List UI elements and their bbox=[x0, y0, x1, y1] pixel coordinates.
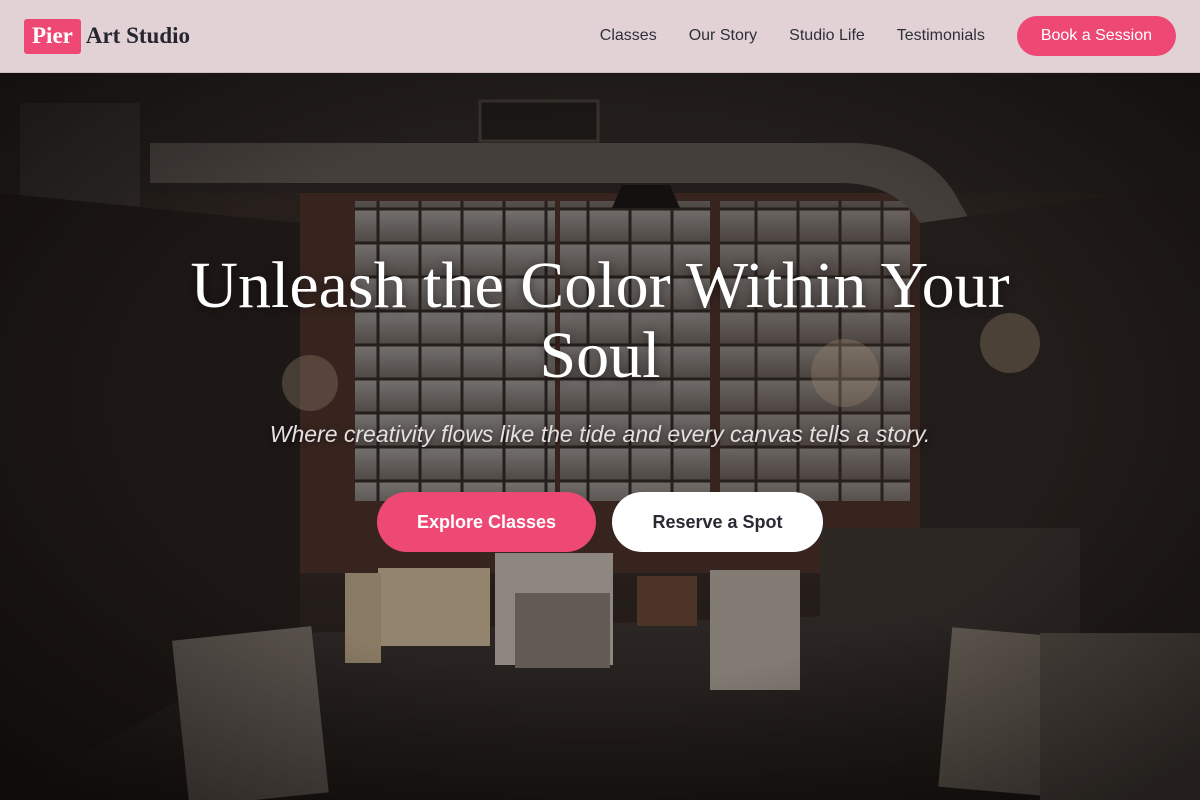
nav-links: Classes Our Story Studio Life Testimonia… bbox=[600, 16, 1176, 56]
explore-classes-button[interactable]: Explore Classes bbox=[377, 492, 596, 552]
hero-section: Unleash the Color Within Your Soul Where… bbox=[0, 73, 1200, 800]
reserve-spot-button[interactable]: Reserve a Spot bbox=[612, 492, 823, 552]
nav-link-testimonials[interactable]: Testimonials bbox=[897, 27, 985, 45]
logo-text: Art Studio bbox=[85, 23, 191, 48]
logo[interactable]: Pier Art Studio bbox=[24, 18, 191, 54]
logo-badge: Pier bbox=[24, 18, 81, 54]
book-session-button[interactable]: Book a Session bbox=[1016, 16, 1176, 56]
hero-content: Unleash the Color Within Your Soul Where… bbox=[0, 73, 1200, 800]
nav-link-studio-life[interactable]: Studio Life bbox=[789, 27, 865, 45]
hero-subtitle: Where creativity flows like the tide and… bbox=[269, 421, 931, 447]
hero-buttons: Explore Classes Reserve a Spot bbox=[377, 492, 823, 552]
nav-link-classes[interactable]: Classes bbox=[600, 27, 657, 45]
nav-link-our-story[interactable]: Our Story bbox=[689, 27, 757, 45]
top-navbar: Pier Art Studio Classes Our Story Studio… bbox=[0, 0, 1200, 73]
hero-title: Unleash the Color Within Your Soul bbox=[190, 249, 1010, 392]
